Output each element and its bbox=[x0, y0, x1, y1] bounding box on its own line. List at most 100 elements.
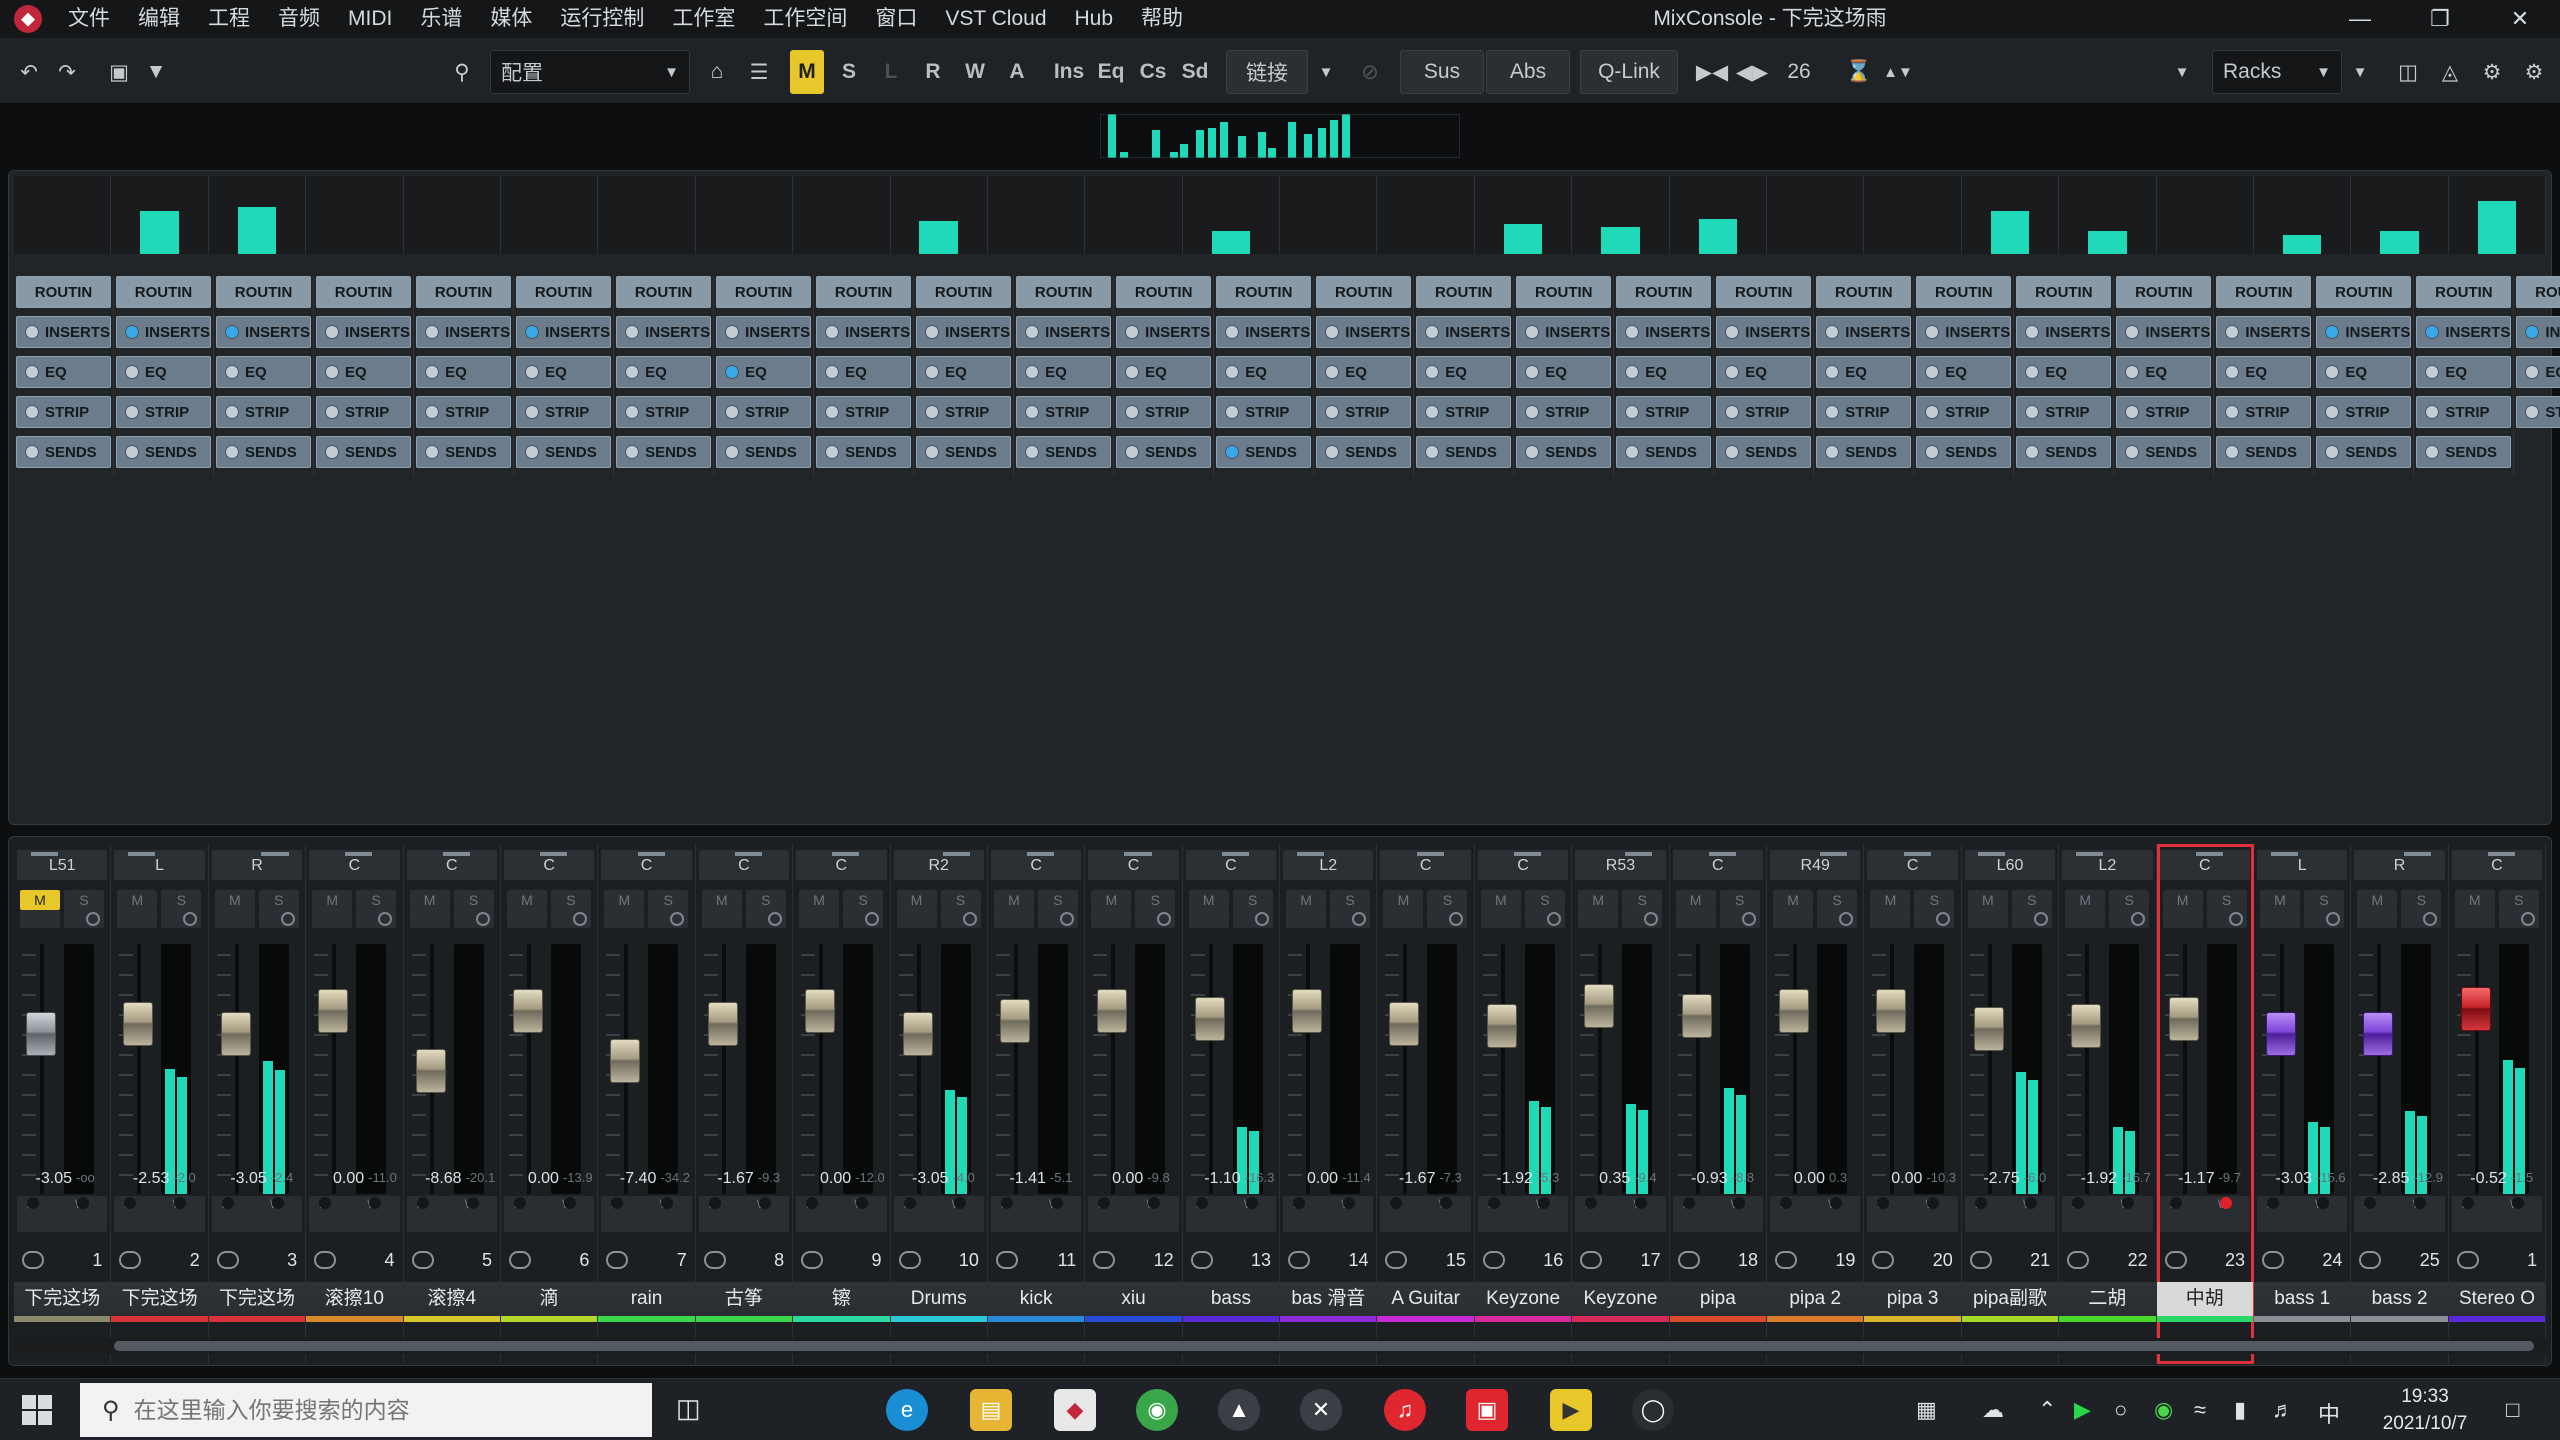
input-output-icon[interactable] bbox=[22, 1251, 44, 1269]
peak-value[interactable]: -9.4 bbox=[1634, 1170, 1668, 1185]
menu-item[interactable]: 工程 bbox=[194, 0, 264, 38]
menu-item[interactable]: 编辑 bbox=[124, 0, 194, 38]
edit-channel-button[interactable] bbox=[258, 910, 299, 928]
rack-strip-button[interactable]: STRIP bbox=[1616, 396, 1712, 428]
rack-routing-button[interactable]: ROUTIN bbox=[316, 276, 412, 308]
menu-item[interactable]: 运行控制 bbox=[546, 0, 658, 38]
rack-routing-button[interactable]: ROUTIN bbox=[2216, 276, 2312, 308]
rack-bypass-led[interactable] bbox=[1325, 445, 1340, 459]
pan-control[interactable]: C bbox=[2451, 850, 2543, 880]
solo-button[interactable]: S bbox=[550, 890, 591, 910]
rack-strip-button[interactable]: STRIP bbox=[516, 396, 612, 428]
mute-button[interactable]: M bbox=[117, 890, 158, 910]
volume-fader[interactable] bbox=[26, 1011, 56, 1056]
solo-button[interactable]: S bbox=[2303, 890, 2344, 910]
rack-eq-button[interactable]: EQ bbox=[1316, 356, 1412, 388]
notifications-icon[interactable]: □ bbox=[2506, 1397, 2519, 1423]
rack-bypass-led[interactable] bbox=[1125, 325, 1140, 339]
rack-sends-button[interactable]: SENDS bbox=[16, 436, 112, 468]
wifi-icon[interactable]: ≈ bbox=[2194, 1397, 2206, 1423]
fader-track[interactable] bbox=[40, 944, 44, 1194]
restore-icon[interactable]: ❐ bbox=[2400, 0, 2480, 38]
rack-bypass-led[interactable] bbox=[1625, 445, 1640, 459]
edit-channel-button[interactable] bbox=[1037, 910, 1078, 928]
peak-value[interactable]: -11.0 bbox=[368, 1170, 402, 1185]
read-automation-button[interactable]: R bbox=[916, 50, 950, 94]
volume-fader[interactable] bbox=[1194, 996, 1225, 1041]
edit-channel-button[interactable] bbox=[843, 910, 884, 928]
channel-strip[interactable]: RMS -3.05 -2.4 RW 3 下完这场 bbox=[208, 844, 307, 1364]
pan-control[interactable]: R2 bbox=[893, 850, 984, 880]
rack-inserts-button[interactable]: INSERTS bbox=[516, 316, 612, 348]
rack-routing-button[interactable]: ROUTIN bbox=[1416, 276, 1512, 308]
listen-button[interactable] bbox=[1773, 910, 1814, 928]
link-button[interactable]: 链接 bbox=[1226, 50, 1308, 94]
peak-value[interactable]: -7.3 bbox=[1439, 1170, 1473, 1185]
channel-name[interactable]: bass bbox=[1182, 1282, 1280, 1316]
tray-circle-icon[interactable]: ○ bbox=[2114, 1397, 2127, 1423]
record-enable-button[interactable] bbox=[856, 1197, 869, 1209]
monitor-button[interactable] bbox=[1195, 1197, 1208, 1209]
listen-button[interactable] bbox=[993, 910, 1034, 928]
volume-value[interactable]: 0.00 bbox=[1864, 1170, 1922, 1188]
channel-strip[interactable]: CMS -1.67 -7.3 RW 15 A Guitar bbox=[1377, 844, 1475, 1364]
monitor-button[interactable] bbox=[1682, 1197, 1695, 1209]
rack-inserts-button[interactable]: INSERTS bbox=[1216, 316, 1312, 348]
listen-button[interactable] bbox=[799, 910, 840, 928]
xbox-icon[interactable]: ✕ bbox=[1300, 1389, 1342, 1431]
input-output-icon[interactable] bbox=[1677, 1251, 1700, 1269]
volume-value[interactable]: -3.05 bbox=[209, 1170, 266, 1188]
battery-icon[interactable]: ▮ bbox=[2234, 1397, 2246, 1423]
channel-strip[interactable]: CMS 0.00 -11.0 RW 4 滚擦10 bbox=[306, 844, 404, 1364]
eq-section-button[interactable]: Eq bbox=[1092, 50, 1130, 94]
channel-name[interactable]: kick bbox=[987, 1282, 1085, 1316]
rack-sends-button[interactable]: SENDS bbox=[1616, 436, 1712, 468]
rack-bypass-led[interactable] bbox=[1425, 365, 1440, 379]
rack-sends-button[interactable]: SENDS bbox=[916, 436, 1012, 468]
volume-fader[interactable] bbox=[2460, 986, 2491, 1031]
youdao-icon[interactable]: ▣ bbox=[1466, 1389, 1508, 1431]
channel-strip[interactable]: CMS -0.93 -8.8 RW 18 pipa bbox=[1669, 844, 1768, 1364]
rack-routing-button[interactable]: ROUTIN bbox=[816, 276, 912, 308]
monitor-button[interactable] bbox=[1877, 1197, 1890, 1209]
rack-bypass-led[interactable] bbox=[925, 405, 940, 419]
widen-channels-icon[interactable]: ◀▶ bbox=[1736, 50, 1768, 94]
tray-app-icon[interactable]: ▦ bbox=[1916, 1397, 1937, 1423]
rack-bypass-led[interactable] bbox=[625, 325, 640, 339]
edit-channel-button[interactable] bbox=[356, 910, 397, 928]
channel-name[interactable]: Keyzone bbox=[1474, 1282, 1572, 1316]
volume-fader[interactable] bbox=[1097, 989, 1128, 1033]
pan-control[interactable]: C bbox=[698, 850, 790, 880]
volume-fader[interactable] bbox=[1876, 989, 1907, 1033]
peak-value[interactable]: -10.3 bbox=[1926, 1170, 1960, 1185]
channel-strip[interactable]: CMS -7.40 -34.2 RW 7 rain bbox=[598, 844, 696, 1364]
rack-strip-button[interactable]: STRIP bbox=[1116, 396, 1212, 428]
solo-button[interactable]: S bbox=[453, 890, 494, 910]
rack-bypass-led[interactable] bbox=[125, 445, 140, 459]
input-output-icon[interactable] bbox=[1385, 1251, 1408, 1269]
rack-strip-button[interactable]: STRIP bbox=[2316, 396, 2412, 428]
rack-bypass-led[interactable] bbox=[1025, 405, 1040, 419]
monitor-button[interactable] bbox=[903, 1197, 916, 1209]
clock[interactable]: 19:33 2021/10/7 bbox=[2360, 1383, 2490, 1437]
rack-sends-button[interactable]: SENDS bbox=[216, 436, 312, 468]
monitor-button[interactable] bbox=[1390, 1197, 1403, 1209]
rack-strip-button[interactable]: STRIP bbox=[1916, 396, 2012, 428]
rack-bypass-led[interactable] bbox=[1725, 325, 1740, 339]
mute-button[interactable]: M bbox=[2065, 890, 2106, 910]
rack-inserts-button[interactable]: INSERTS bbox=[216, 316, 312, 348]
rack-bypass-led[interactable] bbox=[1225, 445, 1240, 459]
solo-button[interactable]: S bbox=[1914, 890, 1955, 910]
fader-track[interactable] bbox=[2279, 944, 2284, 1194]
mute-button[interactable]: M bbox=[409, 890, 450, 910]
solo-button[interactable]: S bbox=[2109, 890, 2150, 910]
record-enable-button[interactable] bbox=[2511, 1197, 2524, 1209]
rack-bypass-led[interactable] bbox=[925, 325, 940, 339]
rack-bypass-led[interactable] bbox=[1825, 405, 1840, 419]
rack-strip-button[interactable]: STRIP bbox=[1516, 396, 1612, 428]
rack-bypass-led[interactable] bbox=[125, 365, 140, 379]
racks-select[interactable]: Racks ▼ bbox=[2212, 50, 2342, 94]
rack-bypass-led[interactable] bbox=[1925, 365, 1940, 379]
edit-channel-button[interactable] bbox=[2206, 910, 2247, 928]
volume-value[interactable]: -3.05 bbox=[891, 1170, 948, 1188]
